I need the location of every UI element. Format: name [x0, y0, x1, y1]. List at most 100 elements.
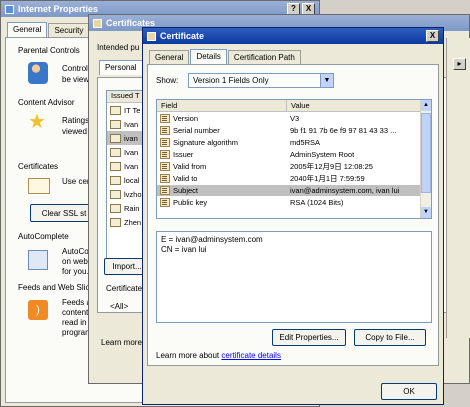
- certificate-item-label: Zhen: [124, 217, 142, 227]
- learn-more-text: Learn more about certificate details: [156, 351, 281, 360]
- field-row[interactable]: Version V3: [157, 113, 421, 124]
- field-row[interactable]: Public key RSA (1024 Bits): [157, 197, 421, 208]
- field-value: 9b f1 91 7b 6e f9 97 81 43 33 ...: [290, 126, 397, 135]
- show-label: Show:: [156, 76, 179, 85]
- field-icon: [160, 162, 170, 171]
- ie-title: Internet Properties: [18, 4, 99, 14]
- certificates-app-icon: [93, 18, 102, 28]
- certificate-details-link[interactable]: certificate details: [221, 351, 281, 360]
- learn-more-prefix: Learn more about: [156, 351, 222, 360]
- field-name: Issuer: [173, 150, 194, 159]
- autocomplete-icon: [28, 250, 48, 270]
- certificate-icon: [110, 119, 121, 129]
- copy-to-file-button[interactable]: Copy to File...: [354, 329, 426, 346]
- field-icon: [160, 186, 170, 195]
- star-icon: ★: [28, 111, 46, 133]
- certificate-item-label: Ivan: [124, 161, 139, 171]
- advisor-heading: Content Advisor: [18, 98, 75, 107]
- certificate-icon: [110, 105, 121, 115]
- feeds-text-2: content: [62, 308, 89, 317]
- field-row[interactable]: Serial number 9b f1 91 7b 6e f9 97 81 43 …: [157, 125, 421, 136]
- field-value: 2040年1月1日 7:59:59: [290, 174, 365, 183]
- field-value: V3: [290, 114, 300, 123]
- tab-personal[interactable]: Personal: [99, 60, 143, 75]
- field-name: Valid to: [173, 174, 198, 183]
- tab-general[interactable]: General: [149, 50, 190, 65]
- field-detail-box[interactable]: E = ivan@adminsystem.com CN = ivan lui: [156, 231, 432, 323]
- ie-app-icon: [5, 4, 14, 14]
- chevron-down-icon[interactable]: ▼: [320, 74, 333, 87]
- field-icon: [160, 114, 170, 123]
- tab-details[interactable]: Details: [190, 49, 227, 64]
- field-name: Public key: [173, 198, 208, 207]
- field-icon: [160, 174, 170, 183]
- field-value: RSA (1024 Bits): [290, 198, 344, 207]
- tab-security[interactable]: Security: [48, 23, 90, 38]
- field-name: Subject: [173, 186, 199, 195]
- certificate-icon: [110, 175, 121, 185]
- certificate-icon: [110, 217, 121, 227]
- intended-purpose-label: Intended pu: [97, 43, 140, 52]
- parental-heading: Parental Controls: [18, 46, 80, 55]
- certificate-item-label: local: [124, 175, 140, 185]
- scroll-up-icon[interactable]: ▲: [421, 100, 431, 111]
- certificate-item-label: IT Te: [124, 105, 141, 115]
- field-icon: [160, 138, 170, 147]
- certificate-item-label: ivan: [124, 133, 138, 143]
- field-row[interactable]: Valid to 2040年1月1日 7:59:59: [157, 173, 421, 184]
- certificate-icon: [110, 161, 121, 171]
- rss-feed-icon: ): [28, 300, 48, 320]
- feeds-heading: Feeds and Web Slic: [18, 283, 90, 292]
- autocomplete-text-1: AutoCo: [62, 247, 89, 256]
- show-dropdown-value: Version 1 Fields Only: [193, 76, 269, 85]
- certificate-icon: [28, 178, 50, 194]
- scroll-thumb[interactable]: [421, 113, 431, 193]
- field-name: Serial number: [173, 126, 220, 135]
- feeds-text-3: read in I: [62, 318, 91, 327]
- show-dropdown[interactable]: Version 1 Fields Only ▼: [188, 73, 334, 88]
- field-name: Signature algorithm: [173, 138, 239, 147]
- certificate-item-label: Ivan: [124, 119, 139, 129]
- certificate-icon: [110, 147, 121, 157]
- details-tab-panel: Show: Version 1 Fields Only ▼ Field Valu…: [147, 64, 439, 366]
- fields-list[interactable]: Field Value Version V3 Serial number 9b f1 …: [156, 99, 432, 219]
- tab-general[interactable]: General: [7, 22, 48, 37]
- autocomplete-heading: AutoComplete: [18, 232, 69, 241]
- certificate-icon: [110, 133, 121, 143]
- field-name: Version: [173, 114, 199, 123]
- field-icon: [160, 126, 170, 135]
- field-value: 2005年12月9日 12:08:25: [290, 162, 373, 171]
- feeds-text-1: Feeds a: [62, 298, 91, 307]
- scroll-right-icon[interactable]: ▸: [453, 58, 466, 70]
- value-column-header[interactable]: Value: [287, 100, 431, 111]
- field-row[interactable]: Subject ivan@adminsystem.com, ivan lui: [157, 185, 421, 196]
- certificate-dialog: Certificate X General Details Certificat…: [142, 27, 444, 405]
- certificate-titlebar: Certificate X: [143, 28, 443, 44]
- field-column-header[interactable]: Field: [157, 100, 287, 111]
- scroll-down-icon[interactable]: ▼: [421, 207, 431, 218]
- tab-certification-path[interactable]: Certification Path: [227, 50, 301, 65]
- fields-scrollbar[interactable]: ▲ ▼: [420, 100, 431, 218]
- certificate-item-label: lvzho: [124, 189, 142, 199]
- field-row[interactable]: Issuer AdminSystem Root: [157, 149, 421, 160]
- background-window-edge: ▸: [446, 38, 470, 338]
- autocomplete-text-3: for you.: [62, 267, 89, 276]
- field-row[interactable]: Signature algorithm md5RSA: [157, 137, 421, 148]
- certificate-icon: [110, 203, 121, 213]
- field-row[interactable]: Valid from 2005年12月9日 12:08:25: [157, 161, 421, 172]
- parental-text-1: Control: [62, 64, 88, 73]
- detail-line-1: E = ivan@adminsystem.com: [161, 235, 263, 244]
- certificate-close-button[interactable]: X: [426, 30, 439, 42]
- field-icon: [160, 150, 170, 159]
- certificate-purposes-value: <All>: [110, 302, 129, 311]
- certificate-app-icon: [147, 31, 156, 41]
- field-name: Valid from: [173, 162, 207, 171]
- certs-heading: Certificates: [18, 162, 59, 171]
- certificate-icon: [110, 189, 121, 199]
- ok-button[interactable]: OK: [381, 383, 437, 400]
- certificates-learn-more[interactable]: Learn more: [101, 338, 142, 347]
- field-icon: [160, 198, 170, 207]
- parental-icon: [28, 62, 48, 84]
- edit-properties-button[interactable]: Edit Properties...: [272, 329, 346, 346]
- detail-line-2: CN = ivan lui: [161, 245, 207, 254]
